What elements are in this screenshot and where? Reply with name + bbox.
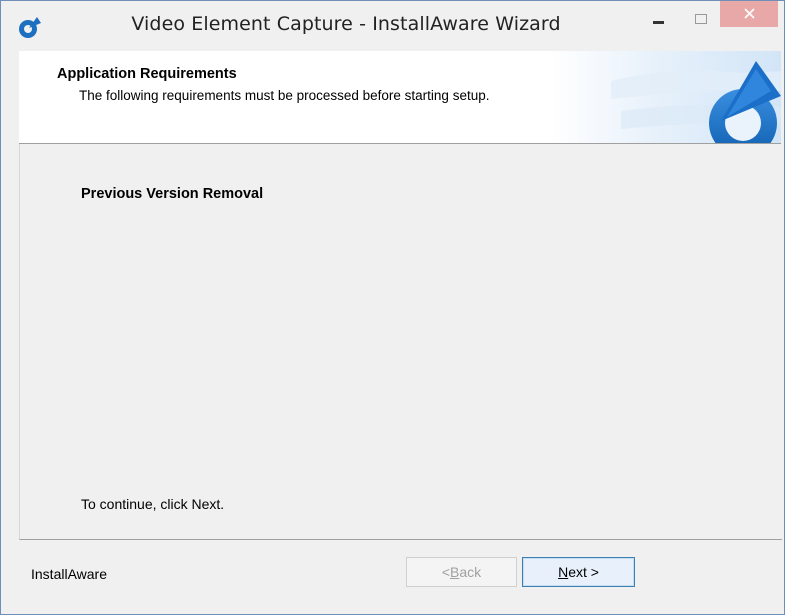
page-title: Application Requirements — [57, 66, 237, 82]
installer-window: Video Element Capture - InstallAware Wiz… — [0, 0, 785, 615]
content-panel: Previous Version Removal To continue, cl… — [19, 144, 782, 540]
banner-arrow-logo-icon — [551, 51, 781, 143]
close-icon — [744, 8, 755, 19]
back-button-label: ack — [459, 564, 482, 580]
next-button[interactable]: Next > — [522, 557, 635, 587]
header-banner: Application Requirements The following r… — [19, 51, 781, 144]
section-title: Previous Version Removal — [81, 186, 264, 202]
brand-label: InstallAware — [31, 566, 108, 582]
window-title: Video Element Capture - InstallAware Wiz… — [131, 13, 561, 35]
maximize-icon[interactable] — [687, 9, 715, 35]
back-button[interactable]: < Back — [406, 557, 517, 587]
next-button-mnemonic: N — [558, 564, 569, 580]
close-button[interactable] — [720, 1, 778, 27]
back-button-prefix: < — [441, 564, 451, 580]
back-button-mnemonic: B — [450, 564, 460, 580]
next-button-label: ext > — [568, 564, 599, 580]
title-bar[interactable]: Video Element Capture - InstallAware Wiz… — [1, 1, 784, 49]
minimize-icon[interactable] — [645, 9, 673, 35]
continue-instruction: To continue, click Next. — [81, 496, 225, 512]
page-subtitle: The following requirements must be proce… — [79, 88, 490, 103]
